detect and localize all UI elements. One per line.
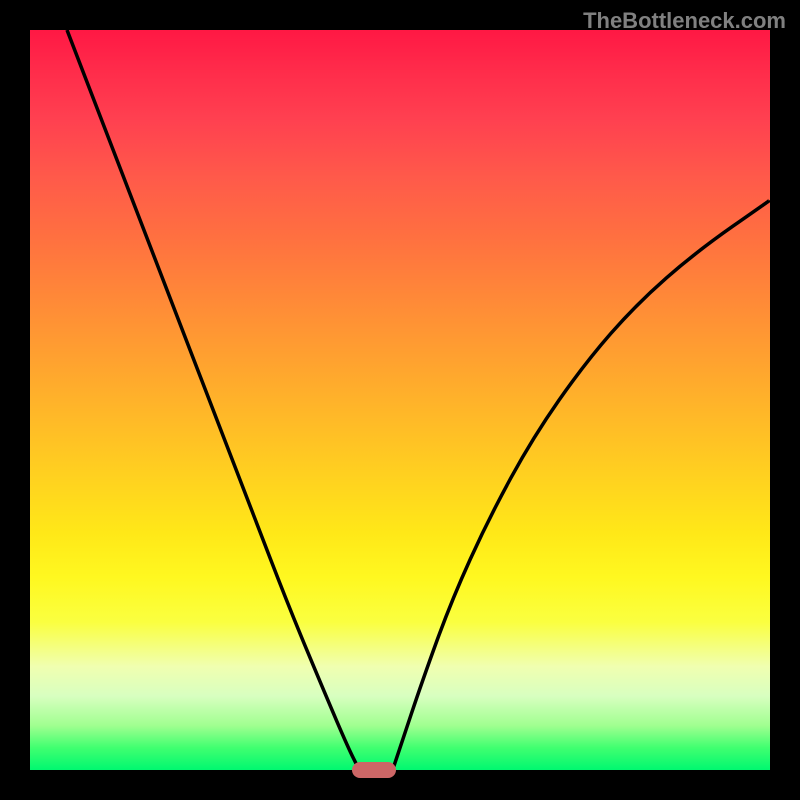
left-curve: [67, 30, 359, 770]
optimal-marker: [352, 762, 396, 778]
right-curve: [393, 200, 770, 770]
chart-container: TheBottleneck.com: [0, 0, 800, 800]
watermark-label: TheBottleneck.com: [583, 8, 786, 34]
curve-svg: [30, 30, 770, 770]
plot-area: [30, 30, 770, 770]
